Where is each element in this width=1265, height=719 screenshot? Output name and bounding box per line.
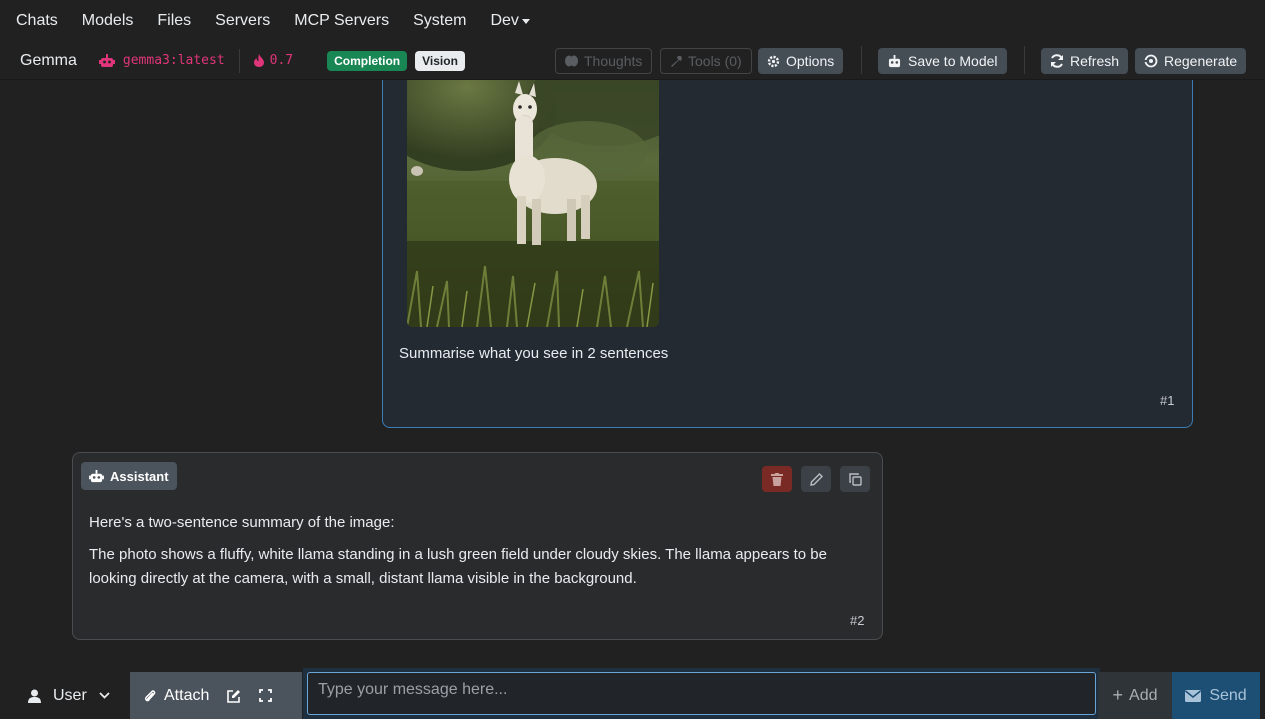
tools-button[interactable]: Tools (0) [660, 48, 752, 74]
flame-icon [253, 54, 264, 67]
model-display-name: Gemma [20, 51, 77, 69]
role-select-value: User [53, 686, 87, 704]
llama-photo[interactable] [407, 80, 659, 327]
llama-image [407, 80, 659, 327]
gear-icon [767, 55, 780, 67]
trash-icon [771, 472, 783, 486]
paperclip-icon [145, 689, 156, 701]
assistant-paragraph: The photo shows a fluffy, white llama st… [89, 546, 827, 587]
attach-label: Attach [164, 686, 210, 704]
temperature-value: 0.7 [269, 53, 294, 68]
send-button[interactable]: Send [1172, 672, 1260, 719]
save-to-model-label: Save to Model [908, 53, 998, 69]
regenerate-icon [1144, 54, 1158, 68]
divider [1024, 46, 1025, 74]
assistant-message-text: Here's a two-sentence summary of the ima… [89, 511, 869, 599]
brain-icon [565, 55, 578, 67]
completion-badge: Completion [327, 50, 408, 71]
temperature: 0.7 [253, 53, 294, 68]
composer: User Attach + Add Send [0, 668, 1265, 719]
divider [238, 48, 240, 73]
nav-files[interactable]: Files [157, 12, 191, 30]
options-label: Options [786, 53, 835, 69]
nav-dev-label: Dev [490, 12, 519, 29]
wrench-icon [671, 56, 682, 67]
robot-icon [98, 53, 115, 67]
nav-mcp-servers[interactable]: MCP Servers [294, 12, 389, 30]
vision-badge: Vision [415, 50, 465, 71]
model-id: gemma3:latest [98, 53, 225, 68]
plus-icon: + [1112, 685, 1124, 705]
robot-icon [89, 469, 104, 482]
assistant-role-label: Assistant [110, 468, 169, 484]
send-label: Send [1209, 686, 1247, 704]
thoughts-button[interactable]: Thoughts [555, 48, 653, 74]
message-input-wrapper [303, 668, 1100, 719]
user-message: Summarise what you see in 2 sentences #1 [382, 80, 1193, 428]
nav-dev-dropdown[interactable]: Dev [490, 12, 530, 30]
message-number: #1 [1160, 393, 1175, 408]
robot-icon [888, 54, 901, 67]
caret-down-icon [521, 18, 530, 24]
top-navbar: Chats Models Files Servers MCP Servers S… [0, 0, 1265, 42]
role-select[interactable]: User [0, 672, 128, 719]
edit-square-icon [227, 689, 241, 703]
chevron-down-icon [99, 692, 110, 699]
regenerate-label: Regenerate [1164, 53, 1238, 69]
nav-servers[interactable]: Servers [215, 12, 270, 30]
regenerate-button[interactable]: Regenerate [1135, 48, 1247, 74]
pencil-icon [809, 472, 823, 486]
save-to-model-button[interactable]: Save to Model [878, 48, 1007, 74]
expand-button[interactable] [259, 689, 273, 702]
copy-button[interactable] [840, 466, 870, 492]
nav-system[interactable]: System [413, 12, 466, 30]
expand-icon [259, 689, 273, 702]
divider [861, 46, 862, 74]
nav-chats[interactable]: Chats [16, 12, 58, 30]
user-message-text: Summarise what you see in 2 sentences [399, 345, 669, 362]
thoughts-label: Thoughts [584, 53, 643, 69]
model-id-text: gemma3:latest [122, 53, 225, 68]
edit-button[interactable] [801, 466, 831, 492]
nav-models[interactable]: Models [82, 12, 134, 30]
assistant-role-badge: Assistant [81, 462, 177, 490]
copy-icon [848, 472, 862, 486]
message-number: #2 [850, 613, 865, 628]
chat-history[interactable]: Summarise what you see in 2 sentences #1… [0, 80, 1265, 668]
attach-button[interactable]: Attach [144, 687, 209, 705]
add-label: Add [1129, 686, 1158, 704]
compose-edit-button[interactable] [227, 689, 241, 703]
envelope-icon [1185, 689, 1202, 702]
assistant-message: Assistant Here's a two-sentence summary … [72, 452, 883, 640]
tools-label: Tools (0) [688, 53, 742, 69]
add-button[interactable]: + Add [1098, 672, 1172, 719]
refresh-button[interactable]: Refresh [1041, 48, 1129, 74]
assistant-paragraph: Here's a two-sentence summary of the ima… [89, 514, 395, 531]
delete-button[interactable] [762, 466, 792, 492]
model-toolbar: Gemma gemma3:latest 0.7 Completion Visio… [0, 42, 1265, 80]
refresh-label: Refresh [1070, 53, 1120, 69]
composer-tools: Attach [130, 672, 302, 719]
refresh-icon [1051, 54, 1063, 68]
message-input[interactable] [307, 672, 1096, 715]
user-icon [28, 689, 41, 703]
options-button[interactable]: Options [758, 48, 844, 74]
